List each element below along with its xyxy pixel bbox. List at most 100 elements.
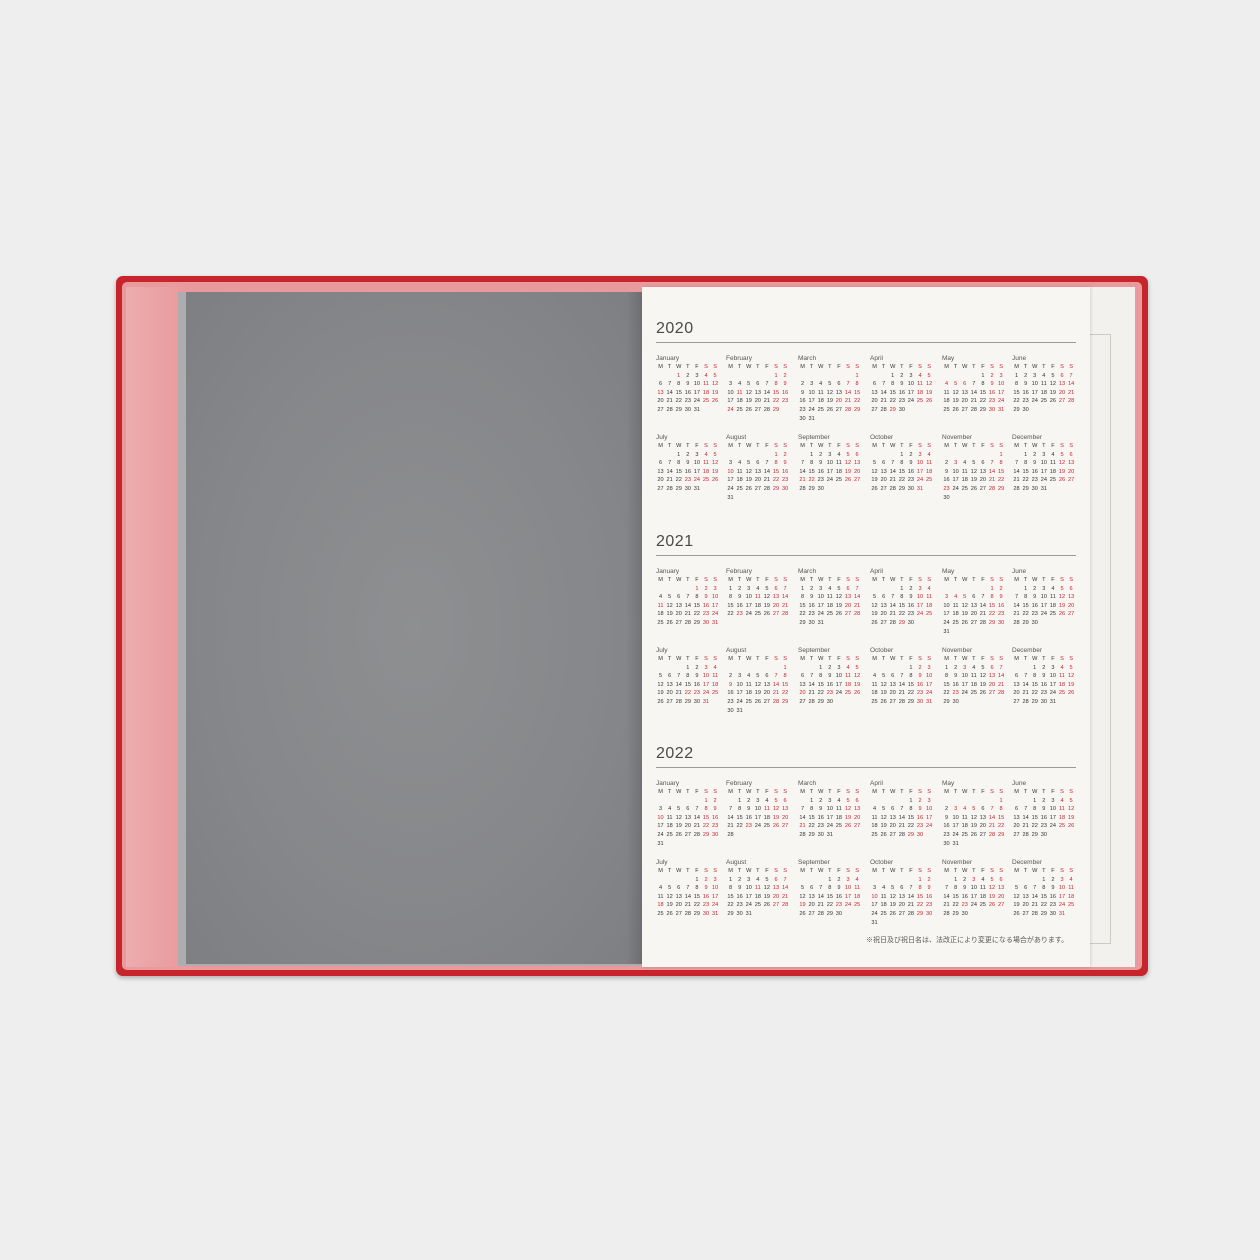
day-number: 20 bbox=[657, 477, 664, 484]
day-number: 21 bbox=[1022, 823, 1029, 830]
month-name: December bbox=[1012, 859, 1042, 866]
month-september-2022: September M T W T F S S 1 2 3 4 5 6 7 8 9 10 11 12 13 14 15 16 1… bbox=[798, 858, 862, 919]
day-number: 18 bbox=[952, 611, 959, 618]
weekday-header: MTWTFSS bbox=[726, 655, 790, 664]
day-number: 10 bbox=[970, 885, 977, 892]
week-row: 25 26 27 28 29 30 bbox=[870, 831, 934, 840]
week-row: 14 15 16 17 18 19 20 bbox=[1012, 468, 1076, 477]
day-number: 28 bbox=[781, 902, 789, 909]
day-number: 5 bbox=[855, 664, 859, 671]
day-number: 2 bbox=[1033, 451, 1037, 458]
day-number: 22 bbox=[853, 398, 861, 405]
week-row: 8 9 10 11 12 13 14 bbox=[942, 672, 1006, 681]
day-empty bbox=[951, 451, 960, 460]
month-name: October bbox=[870, 647, 894, 654]
day-number: 13 bbox=[1013, 814, 1020, 821]
day-empty bbox=[781, 831, 790, 840]
day-empty bbox=[1048, 485, 1057, 494]
day-number: 20 bbox=[754, 477, 761, 484]
week-row: 25 26 27 28 29 30 31 bbox=[870, 698, 934, 707]
day-empty bbox=[683, 840, 692, 849]
weekday-label: S bbox=[713, 443, 717, 449]
day-number: 28 bbox=[853, 611, 861, 618]
month-name: January bbox=[656, 780, 680, 787]
month-name: February bbox=[726, 568, 753, 575]
weekday-label: F bbox=[909, 443, 913, 449]
day-number: 14 bbox=[844, 389, 852, 396]
day-number: 10 bbox=[702, 673, 710, 680]
week-row: 123456 bbox=[1012, 585, 1076, 594]
day-number: 28 bbox=[666, 485, 673, 492]
weekday-header: MTWTFSS bbox=[942, 655, 1006, 664]
day-number: 28 bbox=[666, 406, 673, 413]
day-number: 9 bbox=[783, 381, 787, 388]
week-row: 13 14 15 16 17 18 19 bbox=[656, 389, 720, 398]
day-empty bbox=[726, 664, 735, 673]
day-number: 17 bbox=[1049, 814, 1057, 821]
day-number: 24 bbox=[745, 611, 752, 618]
month-name: March bbox=[798, 568, 817, 575]
week-row: 29 30 31 bbox=[726, 910, 790, 919]
day-number: 11 bbox=[712, 673, 719, 680]
day-number: 26 bbox=[979, 690, 987, 697]
day-number: 27 bbox=[970, 619, 977, 626]
weekday-label: T bbox=[809, 443, 814, 449]
weekday-label: T bbox=[828, 443, 832, 449]
day-number: 9 bbox=[819, 806, 823, 813]
week-row: 15 16 17 18 19 20 21 bbox=[942, 681, 1006, 690]
weekday-label: T bbox=[1023, 868, 1028, 874]
day-number: 30 bbox=[808, 619, 815, 626]
week-row: 123 bbox=[942, 372, 1006, 381]
day-number: 21 bbox=[772, 690, 780, 697]
week-row: 13 14 15 16 17 18 19 bbox=[656, 468, 720, 477]
day-number: 10 bbox=[1040, 460, 1047, 467]
day-number: 11 bbox=[871, 681, 878, 688]
day-number: 6 bbox=[872, 381, 877, 388]
day-number: 5 bbox=[882, 806, 886, 813]
day-number: 14 bbox=[898, 814, 905, 821]
day-number: 6 bbox=[1014, 673, 1019, 680]
day-number: 7 bbox=[882, 381, 886, 388]
day-number: 6 bbox=[668, 673, 672, 680]
day-number: 28 bbox=[1013, 619, 1020, 626]
day-number: 14 bbox=[970, 389, 977, 396]
day-number: 27 bbox=[835, 406, 843, 413]
day-number: 16 bbox=[898, 389, 905, 396]
day-empty bbox=[843, 831, 852, 840]
day-number: 17 bbox=[711, 893, 719, 900]
day-number: 29 bbox=[1040, 910, 1047, 917]
day-number: 2 bbox=[704, 876, 708, 883]
day-number: 8 bbox=[695, 594, 699, 601]
day-empty bbox=[879, 451, 888, 460]
week-row: 8 9 10 11 12 13 14 bbox=[1012, 380, 1076, 389]
day-number: 23 bbox=[1040, 823, 1047, 830]
weekday-header: MTWTFSS bbox=[870, 788, 934, 797]
weekday-label: S bbox=[774, 364, 778, 370]
weekday-label: T bbox=[972, 656, 976, 662]
week-row: 1234 bbox=[870, 585, 934, 594]
day-empty bbox=[711, 698, 720, 707]
day-number: 23 bbox=[916, 690, 924, 697]
weekday-label: F bbox=[837, 443, 841, 449]
day-number: 2 bbox=[747, 797, 751, 804]
day-number: 3 bbox=[1033, 372, 1037, 379]
day-number: 14 bbox=[781, 885, 789, 892]
day-number: 4 bbox=[828, 585, 832, 592]
week-row: 11 12 13 14 15 16 17 bbox=[656, 602, 720, 611]
day-number: 15 bbox=[979, 389, 987, 396]
day-number: 3 bbox=[658, 806, 663, 813]
day-number: 11 bbox=[854, 885, 861, 892]
day-number: 13 bbox=[898, 893, 905, 900]
day-number: 30 bbox=[1040, 698, 1047, 705]
day-number: 23 bbox=[684, 398, 691, 405]
day-number: 20 bbox=[898, 902, 905, 909]
day-number: 9 bbox=[828, 673, 832, 680]
day-empty bbox=[997, 628, 1006, 637]
day-number: 24 bbox=[961, 690, 968, 697]
day-number: 14 bbox=[763, 389, 771, 396]
weekday-label: F bbox=[981, 443, 985, 449]
day-number: 28 bbox=[727, 831, 734, 838]
day-number: 26 bbox=[1049, 398, 1057, 405]
week-row: 1234567 bbox=[798, 585, 862, 594]
day-number: 19 bbox=[871, 477, 878, 484]
